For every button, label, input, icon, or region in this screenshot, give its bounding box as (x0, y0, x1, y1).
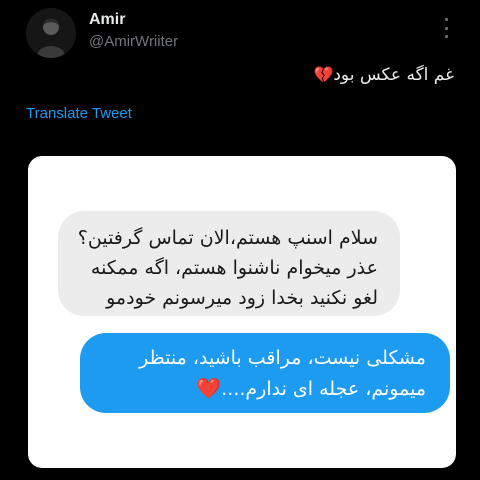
sent-message-line-with-heart: میمونم، عجله ای ندارم....❤️ (80, 373, 426, 404)
more-options-icon[interactable] (438, 18, 454, 38)
sent-message-line: میمونم، عجله ای ندارم.... (221, 378, 426, 400)
heart-icon: ❤️ (196, 376, 222, 400)
tweet: Amir @AmirWriiter غم اگه عکس بود💔 Transl… (0, 0, 480, 480)
received-message-line: لغو نکنید بخدا زود میرسونم خودمو (106, 287, 378, 309)
person-silhouette-icon (26, 8, 76, 58)
sent-message-line: مشکلی نیست، مراقب باشید، منتظر (139, 347, 426, 369)
sent-message-bubble: مشکلی نیست، مراقب باشید، منتظر میمونم، ع… (80, 333, 450, 413)
tweet-text-content: غم اگه عکس بود (333, 65, 454, 85)
translate-tweet-link[interactable]: Translate Tweet (26, 104, 132, 124)
author-handle[interactable]: @AmirWriiter (89, 32, 178, 52)
avatar[interactable] (26, 8, 76, 58)
author-display-name[interactable]: Amir (89, 10, 125, 30)
tweet-text: غم اگه عکس بود💔 (313, 62, 454, 88)
received-message-line: عذر میخوام ناشنوا هستم، اگه ممکنه (90, 257, 378, 279)
received-message-bubble: سلام اسنپ هستم،الان تماس گرفتین؟ عذر میخ… (58, 211, 400, 316)
more-dot (444, 35, 448, 38)
received-message-line: سلام اسنپ هستم،الان تماس گرفتین؟ (77, 227, 378, 249)
broken-heart-icon: 💔 (313, 65, 334, 84)
tweet-media-image[interactable]: سلام اسنپ هستم،الان تماس گرفتین؟ عذر میخ… (28, 156, 456, 468)
more-dot (444, 18, 448, 21)
more-dot (444, 26, 448, 30)
